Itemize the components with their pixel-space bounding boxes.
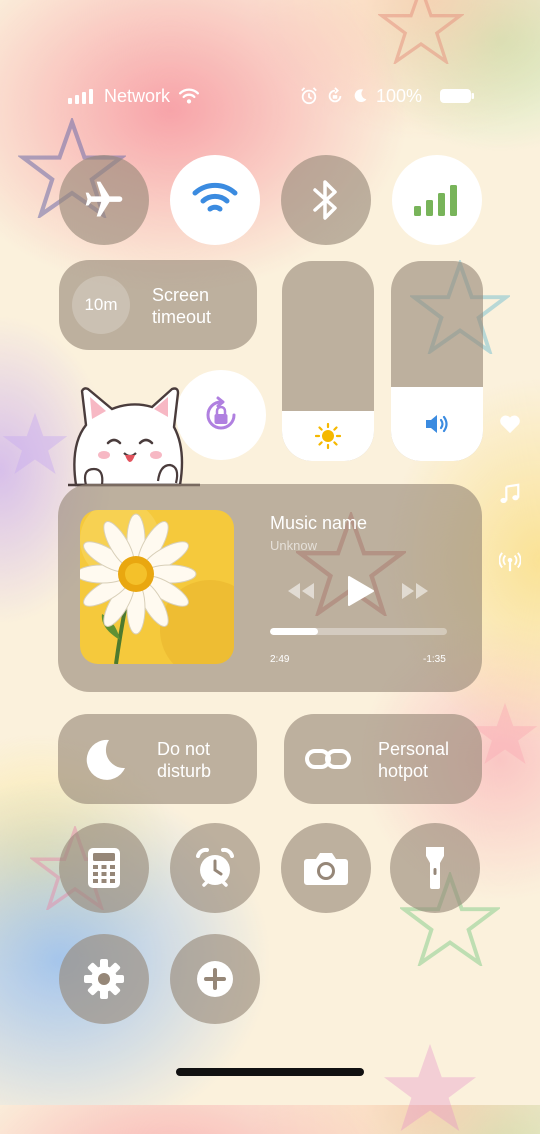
moon-icon: [354, 89, 367, 103]
album-art[interactable]: [80, 510, 234, 664]
broadcast-icon: [499, 552, 521, 572]
star-decoration: [383, 1043, 477, 1132]
calculator-button[interactable]: [59, 823, 149, 913]
playback-progress-bar[interactable]: [270, 628, 447, 635]
bluetooth-icon: [313, 180, 337, 220]
settings-icon: [84, 959, 124, 999]
add-icon: [197, 961, 233, 997]
camera-button[interactable]: [281, 823, 371, 913]
signal-icon: [68, 89, 93, 104]
cellular-icon: [414, 185, 457, 216]
playback-progress-fill: [270, 628, 318, 635]
settings-button[interactable]: [59, 934, 149, 1024]
personal-hotspot-tile[interactable]: Personal hotpot: [284, 714, 482, 804]
screen-timeout-tile[interactable]: 10m Screen timeout: [59, 260, 257, 350]
moon-icon: [86, 739, 125, 780]
remaining-time: -1:35: [423, 654, 446, 665]
star-decoration: [378, 0, 464, 64]
media-player: Music name Unknow 2:49 -1:35: [58, 484, 482, 692]
battery-percentage: 100%: [375, 85, 422, 106]
side-music[interactable]: [498, 482, 522, 506]
wifi-toggle[interactable]: [170, 155, 260, 245]
calculator-icon: [88, 848, 120, 888]
screen-timeout-badge: 10m: [72, 276, 130, 334]
personal-hotspot-label: Personal hotpot: [378, 739, 450, 781]
status-bar: Network 100%: [68, 84, 474, 108]
heart-icon: [500, 415, 520, 434]
side-broadcast[interactable]: [498, 550, 522, 574]
wifi-icon: [192, 182, 238, 212]
battery-icon: [440, 89, 474, 103]
rotation-lock-icon: [328, 87, 342, 103]
do-not-disturb-tile[interactable]: Do not disturb: [58, 714, 257, 804]
cat-sticker: [68, 387, 200, 487]
camera-icon: [304, 853, 348, 885]
screen-timeout-label: Screen timeout: [152, 285, 212, 327]
song-title: Music name: [270, 513, 368, 533]
bluetooth-toggle[interactable]: [281, 155, 371, 245]
carrier-name: Network: [104, 85, 171, 106]
volume-slider[interactable]: [391, 261, 483, 461]
daisy-flower-image: [80, 510, 234, 664]
alarm-icon: [301, 87, 317, 105]
screen-timeout-value: 10m: [84, 295, 118, 314]
home-indicator[interactable]: [176, 1068, 364, 1076]
fast-forward-icon[interactable]: [400, 581, 430, 601]
side-heart[interactable]: [498, 412, 522, 436]
flashlight-button[interactable]: [390, 823, 480, 913]
flashlight-icon: [426, 847, 444, 889]
star-decoration: [2, 412, 68, 474]
music-note-icon: [500, 483, 520, 503]
wifi-icon: [178, 88, 200, 104]
add-shortcut-button[interactable]: [170, 934, 260, 1024]
rewind-icon[interactable]: [286, 581, 316, 601]
airplane-icon: [85, 181, 123, 217]
mobile-data-toggle[interactable]: [392, 155, 482, 245]
do-not-disturb-label: Do not disturb: [157, 739, 212, 781]
speaker-icon: [426, 415, 448, 433]
volume-slider-fill: [391, 387, 483, 461]
sun-icon: [315, 423, 341, 449]
alarm-clock-icon: [196, 847, 234, 887]
song-artist: Unknow: [270, 538, 317, 553]
airplane-mode-toggle[interactable]: [59, 155, 149, 245]
link-icon: [305, 749, 351, 769]
elapsed-time: 2:49: [270, 654, 290, 665]
play-icon[interactable]: [345, 575, 375, 607]
alarm-clock-button[interactable]: [170, 823, 260, 913]
brightness-slider-fill: [282, 411, 374, 461]
brightness-slider[interactable]: [282, 261, 374, 461]
